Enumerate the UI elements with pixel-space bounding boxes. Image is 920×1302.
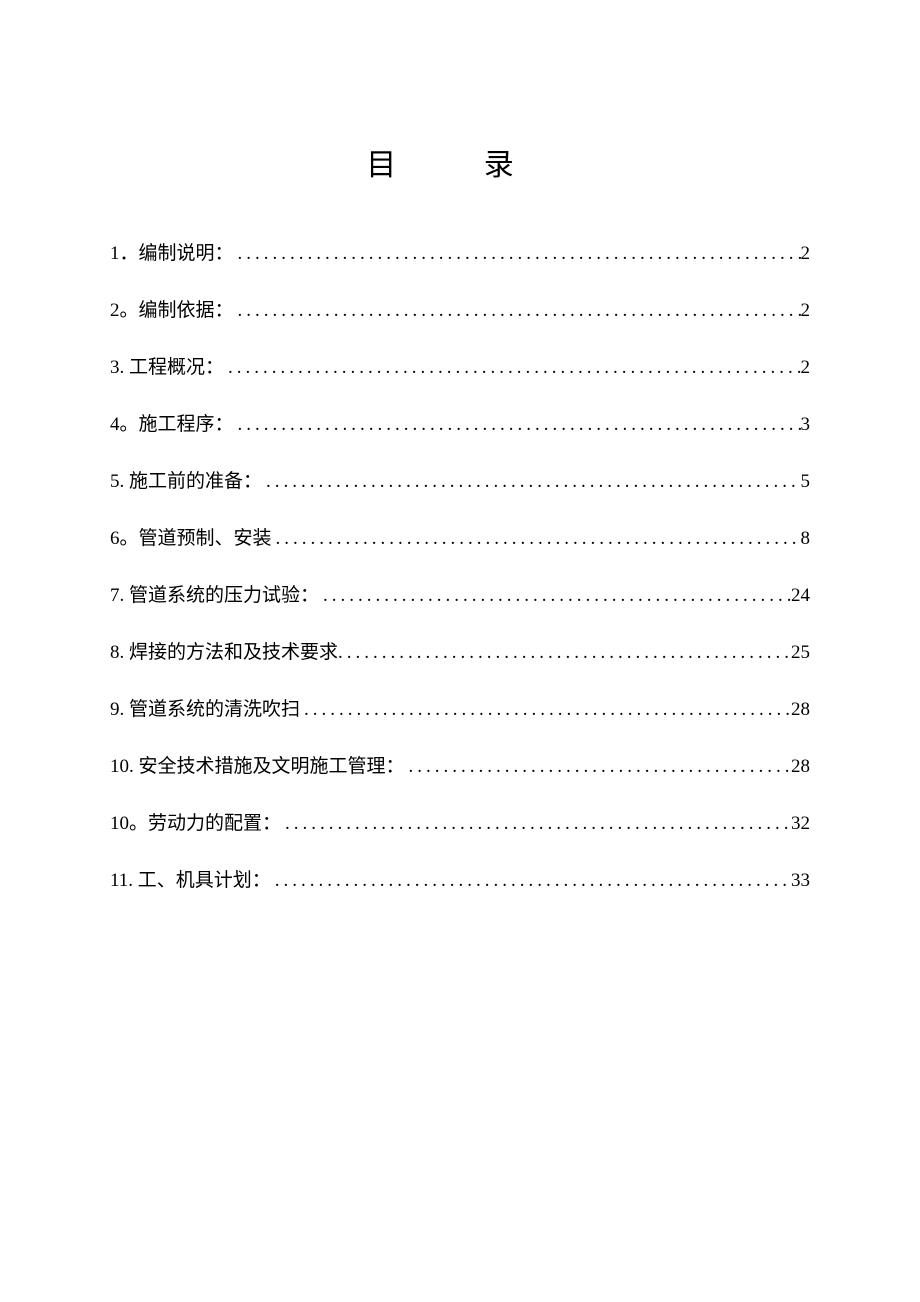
toc-label: 10。劳动力的配置： [110,814,281,833]
toc-leader-dots [300,700,791,719]
toc-page: 5 [801,472,811,491]
toc-leader-dots [234,301,801,320]
toc-leader-dots [405,757,791,776]
toc-entry: 3. 工程概况： 2 [110,358,810,377]
toc-page: 2 [801,358,811,377]
toc-page: 3 [801,415,811,434]
toc-entry: 6。管道预制、安装 8 [110,529,810,548]
toc-entry: 5. 施工前的准备： 5 [110,472,810,491]
toc-leader-dots [272,529,801,548]
toc-entry: 7. 管道系统的压力试验： 24 [110,586,810,605]
toc-title: 目 录 [110,140,810,184]
toc-leader-dots [224,358,800,377]
toc-label: 4。施工程序： [110,415,234,434]
toc-leader-dots [343,643,791,662]
toc-label: 8. 焊接的方法和及技术要求. [110,643,343,662]
toc-leader-dots [271,871,791,890]
toc-leader-dots [281,814,791,833]
toc-entry: 2。编制依据： 2 [110,301,810,320]
toc-page: 28 [791,700,810,719]
toc-page: 2 [801,301,811,320]
toc-page: 24 [791,586,810,605]
toc-entry: 10。劳动力的配置： 32 [110,814,810,833]
toc-leader-dots [234,244,801,263]
toc-label: 2。编制依据： [110,301,234,320]
toc-leader-dots [319,586,791,605]
toc-label: 10. 安全技术措施及文明施工管理： [110,757,405,776]
toc-entry: 10. 安全技术措施及文明施工管理： 28 [110,757,810,776]
toc-label: 5. 施工前的准备： [110,472,262,491]
toc-entry: 9. 管道系统的清洗吹扫 28 [110,700,810,719]
document-page: 目 录 1．编制说明： 2 2。编制依据： 2 3. 工程概况： 2 4。施工程… [0,0,920,890]
toc-list: 1．编制说明： 2 2。编制依据： 2 3. 工程概况： 2 4。施工程序： 3… [110,244,810,890]
toc-page: 2 [801,244,811,263]
toc-label: 3. 工程概况： [110,358,224,377]
toc-label: 7. 管道系统的压力试验： [110,586,319,605]
toc-label: 6。管道预制、安装 [110,529,272,548]
toc-leader-dots [262,472,800,491]
toc-page: 33 [791,871,810,890]
toc-page: 32 [791,814,810,833]
toc-label: 11. 工、机具计划： [110,871,271,890]
toc-page: 8 [801,529,811,548]
toc-leader-dots [234,415,801,434]
toc-entry: 4。施工程序： 3 [110,415,810,434]
toc-label: 9. 管道系统的清洗吹扫 [110,700,300,719]
toc-entry: 11. 工、机具计划： 33 [110,871,810,890]
toc-entry: 8. 焊接的方法和及技术要求. 25 [110,643,810,662]
toc-entry: 1．编制说明： 2 [110,244,810,263]
toc-page: 28 [791,757,810,776]
toc-label: 1．编制说明： [110,244,234,263]
toc-page: 25 [791,643,810,662]
